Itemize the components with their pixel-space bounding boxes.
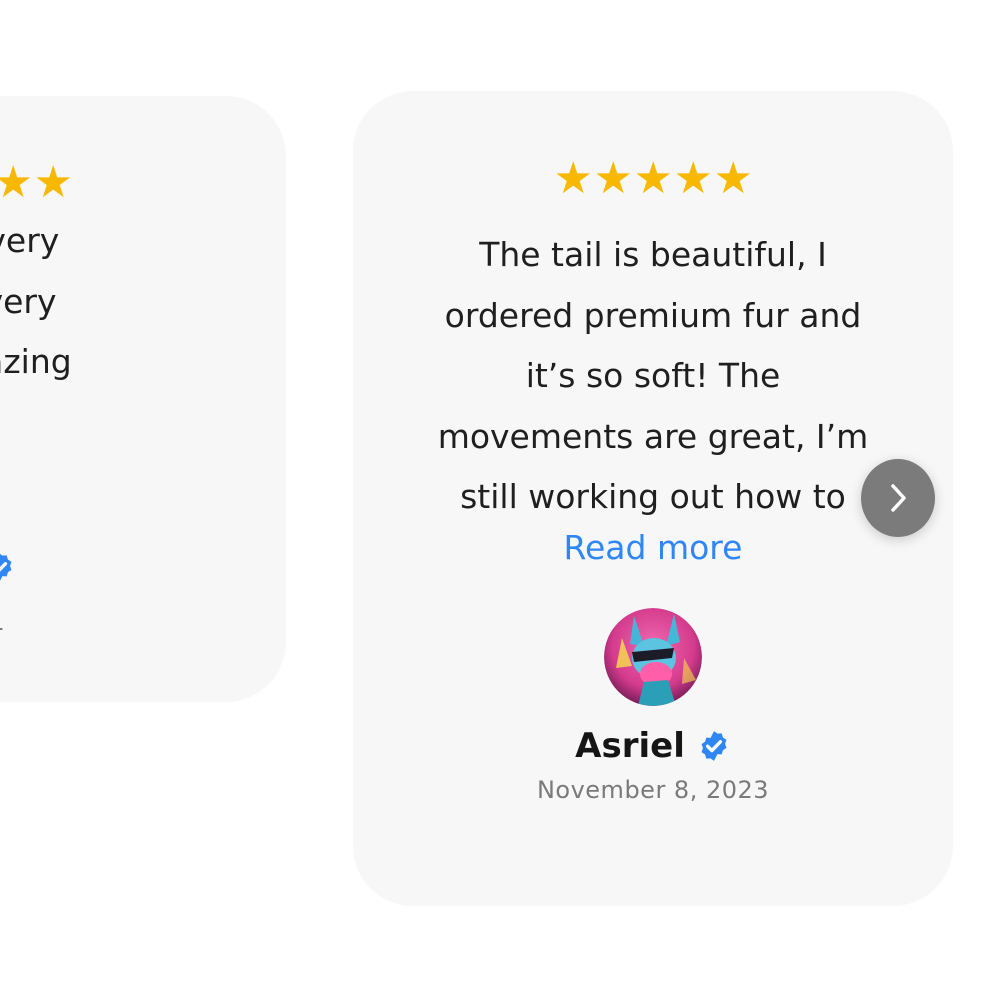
- star-icon: ★: [673, 153, 713, 204]
- star-icon: ★: [553, 153, 593, 204]
- star-rating: ★ ★ ★ ★ ★: [353, 157, 953, 201]
- reviewer-name-row: Asriel: [353, 726, 953, 766]
- reviews-carousel: ★ ★ ★ ★ ★ ake a very e girl very l is am…: [0, 0, 1000, 1000]
- star-rating: ★ ★ ★ ★ ★: [0, 161, 286, 205]
- star-icon: ★: [713, 153, 753, 204]
- review-date: November 8, 2023: [536, 775, 770, 804]
- verified-badge-icon: [701, 730, 727, 761]
- star-icon: ★: [633, 153, 673, 204]
- review-text-line: The tail is beautiful, I: [479, 235, 827, 274]
- read-more-link[interactable]: Read more: [564, 528, 743, 567]
- star-icon: ★: [33, 157, 73, 208]
- review-text: ake a very e girl very l is amazing: [0, 211, 253, 393]
- review-text-line: ordered premium fur and: [444, 295, 862, 335]
- review-text-line: movements are great, I’m: [437, 416, 869, 456]
- star-icon: ★: [0, 157, 33, 208]
- review-text-line: ake a very: [0, 221, 60, 260]
- verified-badge-icon: [0, 554, 12, 581]
- review-text-line: it’s so soft! The: [525, 356, 781, 395]
- review-text-line: e girl very: [0, 281, 57, 321]
- star-icon: ★: [593, 153, 633, 204]
- review-text-line: still working out how to: [460, 477, 846, 516]
- review-text-line: l is amazing: [0, 342, 72, 381]
- review-card: ★ ★ ★ ★ ★ ake a very e girl very l is am…: [0, 96, 286, 702]
- chevron-right-icon: [891, 484, 906, 512]
- review-date: ary 1: [0, 608, 286, 636]
- reviewer-name-row: te: [0, 548, 286, 588]
- carousel-next-button[interactable]: [861, 459, 935, 537]
- reviewer-name: Asriel: [575, 725, 685, 766]
- avatar-photo-icon: [604, 607, 702, 706]
- avatar: [604, 607, 702, 706]
- review-text: The tail is beautiful, I ordered premium…: [413, 225, 893, 528]
